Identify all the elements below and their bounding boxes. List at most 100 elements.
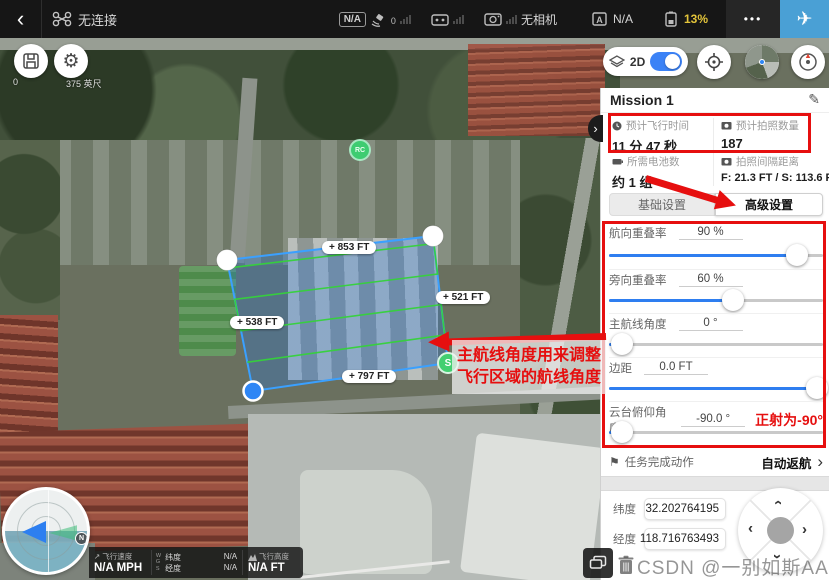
connection-status: 无连接 (78, 10, 117, 29)
slider-thumb[interactable] (611, 333, 633, 355)
telemetry-bar: ↗飞行速度 N/A MPH WGS 纬度N/A 经度N/A 飞行高度 N/A F… (89, 547, 303, 578)
nadir-annotation: 正射为-90° (755, 410, 823, 430)
map-2d-toggle[interactable] (650, 52, 682, 71)
dpad-up-button[interactable]: › (769, 500, 786, 505)
map-layer-button[interactable] (745, 45, 779, 79)
takeoff-button[interactable]: ✈ (780, 0, 829, 38)
gear-icon: ⚙ (62, 50, 79, 72)
start-marker-label: S (445, 358, 452, 369)
slider-fill (609, 254, 797, 257)
edit-mission-button[interactable]: ✎ (808, 92, 820, 108)
gps-mode-badge: N/A (339, 12, 366, 27)
save-mission-button[interactable] (14, 44, 48, 78)
slider-track[interactable] (609, 299, 823, 302)
dpad-right-button[interactable]: › (802, 521, 807, 538)
slider-fill (609, 387, 817, 390)
finish-action-value: 自动返航 (761, 453, 811, 472)
battery-icon (612, 157, 623, 166)
satellite-icon (370, 12, 387, 27)
drone-icon (52, 11, 72, 27)
rc-location-marker: RC (349, 139, 371, 161)
delete-mission-button[interactable] (617, 555, 635, 576)
svg-text:A: A (596, 15, 603, 25)
crosshair-icon (704, 52, 724, 72)
locate-button[interactable] (697, 45, 731, 79)
side-overlap-input[interactable]: 60 % (679, 273, 743, 287)
stat-batteries: 所需电池数 约 1 组 (612, 154, 710, 191)
vertex-handle[interactable] (217, 250, 238, 271)
speed-icon: ↗ (94, 552, 100, 561)
longitude-row: 经度 118.716763493 (613, 528, 726, 550)
longitude-input[interactable]: 118.716763493 (644, 528, 726, 550)
map-thumbnail (745, 45, 779, 79)
dpad-center-button[interactable] (767, 517, 794, 544)
tab-advanced-settings[interactable]: 高级设置 (715, 193, 823, 216)
margin-input[interactable]: 0.0 FT (644, 361, 708, 375)
latitude-label: 纬度 (613, 501, 636, 517)
edge-length-pill[interactable]: + 521 FT (436, 291, 490, 304)
back-button[interactable]: ‹ (0, 0, 42, 38)
slider-thumb[interactable] (806, 377, 828, 399)
vertex-handle-selected[interactable] (244, 382, 263, 401)
back-icon: ‹ (17, 6, 24, 32)
save-icon (22, 52, 40, 70)
compass-north-badge: N (75, 532, 88, 545)
edge-length-pill[interactable]: + 797 FT (342, 370, 396, 383)
altitude-icon (248, 553, 257, 561)
slider-frontal-overlap: 航向重叠率90 % (609, 225, 823, 269)
gps-signal-bars (400, 14, 411, 24)
flight-mode-value: N/A (613, 12, 633, 26)
attitude-compass: N (2, 487, 90, 575)
wgs-label: WGS (152, 547, 163, 578)
camera-icon (721, 121, 732, 130)
slider-fill (609, 299, 733, 302)
slider-thumb[interactable] (786, 244, 808, 266)
map-mode-control: 2D (603, 47, 688, 76)
stat-photo-count: 预计拍照数量 187 (721, 118, 825, 151)
battery-percent: 13% (684, 12, 708, 26)
map-source-button[interactable] (583, 548, 613, 578)
main-line-angle-input[interactable]: 0 ° (679, 317, 743, 331)
compass-reset-button[interactable] (791, 45, 825, 79)
camera-status: 无相机 (521, 11, 557, 28)
stat-flight-time: 预计飞行时间 11 分 47 秒 (612, 118, 710, 155)
section-divider (601, 476, 829, 491)
tab-basic-settings[interactable]: 基础设置 (609, 193, 715, 216)
slider-track[interactable] (609, 387, 823, 390)
slider-side-overlap: 旁向重叠率60 % (609, 269, 823, 313)
aircraft-arrow-icon (22, 521, 46, 543)
remote-controller-icon (431, 13, 449, 26)
rc-marker-label: RC (355, 147, 365, 154)
rc-signal-bars (453, 14, 464, 24)
slider-thumb[interactable] (722, 289, 744, 311)
frontal-overlap-input[interactable]: 90 % (679, 226, 743, 240)
more-menu-button[interactable]: ••• (726, 0, 780, 38)
mission-settings-button[interactable]: ⚙ (54, 44, 88, 78)
stats-divider (713, 118, 714, 186)
chevron-right-icon: › (593, 121, 597, 136)
flight-area-polygon[interactable] (227, 236, 448, 391)
airplane-icon: ✈ (797, 8, 813, 31)
slider-margin: 边距0.0 FT (609, 357, 823, 401)
slider-track[interactable] (609, 431, 823, 434)
compass-icon (797, 51, 819, 73)
clock-icon (612, 121, 622, 131)
edge-length-pill[interactable]: + 853 FT (322, 241, 376, 254)
top-status-bar: ‹ 无连接 N/A 0 无相机 A N/A 13% •• (0, 0, 829, 38)
slider-thumb[interactable] (611, 421, 633, 443)
edge-length-pill[interactable]: + 538 FT (230, 316, 284, 329)
vertex-handle[interactable] (423, 226, 444, 247)
annotation-line1: 主航线角度用来调整 (457, 345, 601, 367)
slider-track[interactable] (609, 343, 823, 346)
battery-icon (663, 11, 679, 27)
camera-signal-bars (506, 14, 517, 24)
latitude-row: 纬度 32.202764195 (613, 498, 726, 520)
annotation-line2: 飞行区域的航线角度 (457, 367, 601, 389)
slider-track[interactable] (609, 254, 823, 257)
gimbal-pitch-input[interactable]: -90.0 ° (681, 413, 745, 427)
finish-action-row[interactable]: ⚑ 任务完成动作 自动返航 › (609, 450, 823, 474)
dpad-left-button[interactable]: › (748, 521, 753, 538)
latitude-input[interactable]: 32.202764195 (644, 498, 726, 520)
flag-icon: ⚑ (609, 455, 620, 469)
layers-icon (589, 555, 607, 571)
